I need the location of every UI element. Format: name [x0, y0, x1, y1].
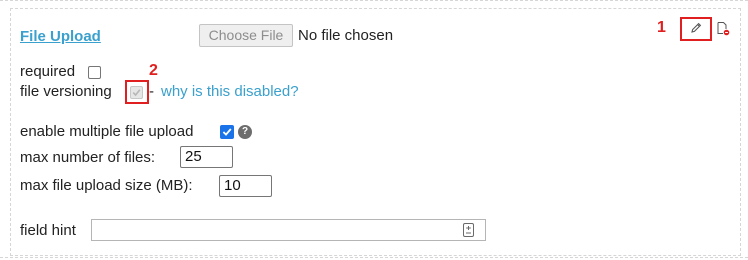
max-files-label: max number of files:	[20, 149, 156, 166]
field-hint-input[interactable]	[91, 219, 486, 241]
why-disabled-link[interactable]: why is this disabled?	[161, 83, 299, 100]
file-delete-icon[interactable]	[716, 21, 730, 36]
max-size-input[interactable]: 10	[219, 175, 272, 197]
file-versioning-label: file versioning	[20, 83, 112, 100]
multiple-upload-label: enable multiple file upload	[20, 123, 194, 140]
annotation-box-2	[125, 80, 149, 104]
annotation-number-1: 1	[657, 19, 666, 36]
bottom-dashed-divider	[0, 257, 748, 258]
max-size-label: max file upload size (MB):	[20, 177, 193, 194]
no-file-chosen-text: No file chosen	[298, 27, 394, 44]
field-title-link[interactable]: File Upload	[20, 28, 101, 45]
choose-file-button[interactable]: Choose File	[199, 24, 293, 47]
required-checkbox[interactable]	[88, 66, 101, 79]
annotation-number-2: 2	[149, 62, 158, 79]
field-hint-label: field hint	[20, 222, 76, 239]
multiple-upload-checkbox[interactable]	[220, 125, 234, 139]
form-picker-icon[interactable]	[463, 223, 474, 237]
pencil-icon[interactable]	[689, 21, 703, 35]
top-dashed-divider	[0, 0, 748, 1]
max-files-input[interactable]: 25	[180, 146, 233, 168]
required-label: required	[20, 63, 76, 80]
versioning-separator: -	[149, 83, 154, 100]
help-circle-icon[interactable]: ?	[238, 125, 252, 139]
